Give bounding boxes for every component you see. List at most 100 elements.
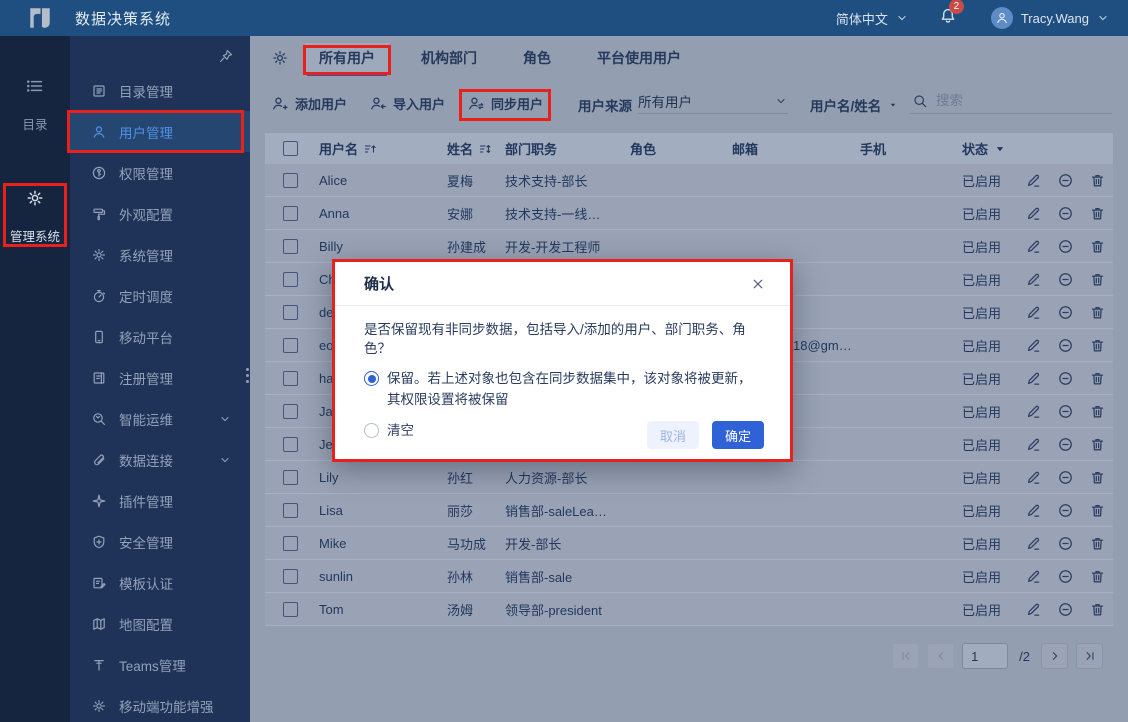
edit-icon[interactable] — [1025, 238, 1042, 255]
notification-button[interactable]: 2 — [939, 0, 964, 30]
edit-icon[interactable] — [1025, 436, 1042, 453]
disable-icon[interactable] — [1057, 337, 1074, 354]
tab-roles[interactable]: 角色 — [509, 43, 565, 73]
close-icon[interactable] — [750, 276, 766, 292]
edit-icon[interactable] — [1025, 601, 1042, 618]
sidebar-item[interactable]: 权限管理 — [70, 152, 250, 193]
tab-platform-users[interactable]: 平台使用用户 — [583, 43, 695, 73]
edit-icon[interactable] — [1025, 304, 1042, 321]
row-checkbox[interactable] — [283, 436, 298, 452]
sidebar-item[interactable]: Teams管理 — [70, 644, 250, 685]
delete-icon[interactable] — [1089, 172, 1106, 189]
avatar[interactable] — [990, 7, 1013, 29]
delete-icon[interactable] — [1089, 337, 1106, 354]
delete-icon[interactable] — [1089, 535, 1106, 552]
row-checkbox[interactable] — [283, 271, 298, 287]
sort-icon[interactable] — [478, 142, 492, 156]
edit-icon[interactable] — [1025, 271, 1042, 288]
row-checkbox[interactable] — [283, 304, 298, 320]
edit-icon[interactable] — [1025, 172, 1042, 189]
sort-icon[interactable] — [363, 142, 377, 156]
disable-icon[interactable] — [1057, 370, 1074, 387]
row-checkbox[interactable] — [283, 601, 298, 617]
search-field-selector[interactable]: 用户名/姓名 — [810, 95, 898, 115]
sidebar-item[interactable]: 系统管理 — [70, 234, 250, 275]
disable-icon[interactable] — [1057, 568, 1074, 585]
sidebar-item[interactable]: 智能运维 — [70, 398, 250, 439]
sidebar-item[interactable]: 插件管理 — [70, 480, 250, 521]
delete-icon[interactable] — [1089, 304, 1106, 321]
sidebar-item[interactable]: 数据连接 — [70, 439, 250, 480]
cancel-button[interactable]: 取消 — [646, 421, 699, 449]
sidebar-item[interactable]: 目录管理 — [70, 70, 250, 111]
row-checkbox[interactable] — [283, 403, 298, 419]
column-header[interactable]: 姓名 — [447, 139, 505, 158]
row-checkbox[interactable] — [283, 370, 298, 386]
delete-icon[interactable] — [1089, 568, 1106, 585]
column-header[interactable]: 用户名 — [319, 139, 447, 158]
sidebar-item[interactable]: 用户管理 — [70, 111, 250, 152]
row-checkbox[interactable] — [283, 568, 298, 584]
row-checkbox[interactable] — [283, 238, 298, 254]
last-page-button[interactable] — [1076, 643, 1103, 669]
delete-icon[interactable] — [1089, 205, 1106, 222]
first-page-button[interactable] — [892, 643, 920, 669]
next-page-button[interactable] — [1041, 643, 1068, 669]
row-checkbox[interactable] — [283, 535, 298, 551]
sync-user-button[interactable]: 同步用户 — [467, 94, 543, 113]
delete-icon[interactable] — [1089, 370, 1106, 387]
edit-icon[interactable] — [1025, 337, 1042, 354]
tab-all-users[interactable]: 所有用户 — [305, 43, 389, 76]
page-number-input[interactable] — [962, 643, 1009, 669]
confirm-button[interactable]: 确定 — [711, 421, 764, 449]
tab-settings-gear-icon[interactable] — [271, 49, 289, 67]
language-selector[interactable]: 简体中文 — [836, 9, 909, 28]
delete-icon[interactable] — [1089, 502, 1106, 519]
pin-icon[interactable] — [218, 48, 234, 64]
edit-icon[interactable] — [1025, 205, 1042, 222]
row-checkbox[interactable] — [283, 172, 298, 188]
disable-icon[interactable] — [1057, 304, 1074, 321]
delete-icon[interactable] — [1089, 436, 1106, 453]
rail-item-admin-system[interactable]: 管理系统 — [0, 188, 70, 245]
prev-page-button[interactable] — [927, 643, 955, 669]
delete-icon[interactable] — [1089, 403, 1106, 420]
radio-option-keep[interactable]: 保留。若上述对象也包含在同步数据集中，该对象将被更新，其权限设置将被保留 — [364, 368, 762, 410]
sidebar-item[interactable]: 移动平台 — [70, 316, 250, 357]
search-input[interactable] — [936, 93, 1112, 108]
add-user-button[interactable]: 添加用户 — [271, 94, 347, 113]
sidebar-item[interactable]: 注册管理 — [70, 357, 250, 398]
row-checkbox[interactable] — [283, 205, 298, 221]
select-all-checkbox[interactable] — [283, 141, 298, 156]
rail-item-directory[interactable]: 目录 — [0, 76, 70, 133]
radio-selected-icon[interactable] — [364, 371, 379, 386]
sidebar-item[interactable]: 模板认证 — [70, 562, 250, 603]
edit-icon[interactable] — [1025, 535, 1042, 552]
disable-icon[interactable] — [1057, 172, 1074, 189]
delete-icon[interactable] — [1089, 601, 1106, 618]
disable-icon[interactable] — [1057, 271, 1074, 288]
sidebar-item[interactable]: 定时调度 — [70, 275, 250, 316]
edit-icon[interactable] — [1025, 469, 1042, 486]
tab-org-dept[interactable]: 机构部门 — [407, 43, 491, 73]
row-checkbox[interactable] — [283, 337, 298, 353]
edit-icon[interactable] — [1025, 370, 1042, 387]
row-checkbox[interactable] — [283, 502, 298, 518]
user-source-select[interactable]: 所有用户 — [638, 88, 788, 114]
edit-icon[interactable] — [1025, 568, 1042, 585]
row-checkbox[interactable] — [283, 469, 298, 485]
disable-icon[interactable] — [1057, 205, 1074, 222]
edit-icon[interactable] — [1025, 403, 1042, 420]
disable-icon[interactable] — [1057, 502, 1074, 519]
disable-icon[interactable] — [1057, 238, 1074, 255]
disable-icon[interactable] — [1057, 436, 1074, 453]
delete-icon[interactable] — [1089, 238, 1106, 255]
disable-icon[interactable] — [1057, 535, 1074, 552]
sidebar-drag-handle[interactable] — [246, 368, 249, 383]
radio-unselected-icon[interactable] — [364, 423, 379, 438]
edit-icon[interactable] — [1025, 502, 1042, 519]
sidebar-item[interactable]: 移动端功能增强 — [70, 685, 250, 722]
disable-icon[interactable] — [1057, 469, 1074, 486]
chevron-down-icon[interactable] — [1096, 11, 1110, 25]
delete-icon[interactable] — [1089, 271, 1106, 288]
